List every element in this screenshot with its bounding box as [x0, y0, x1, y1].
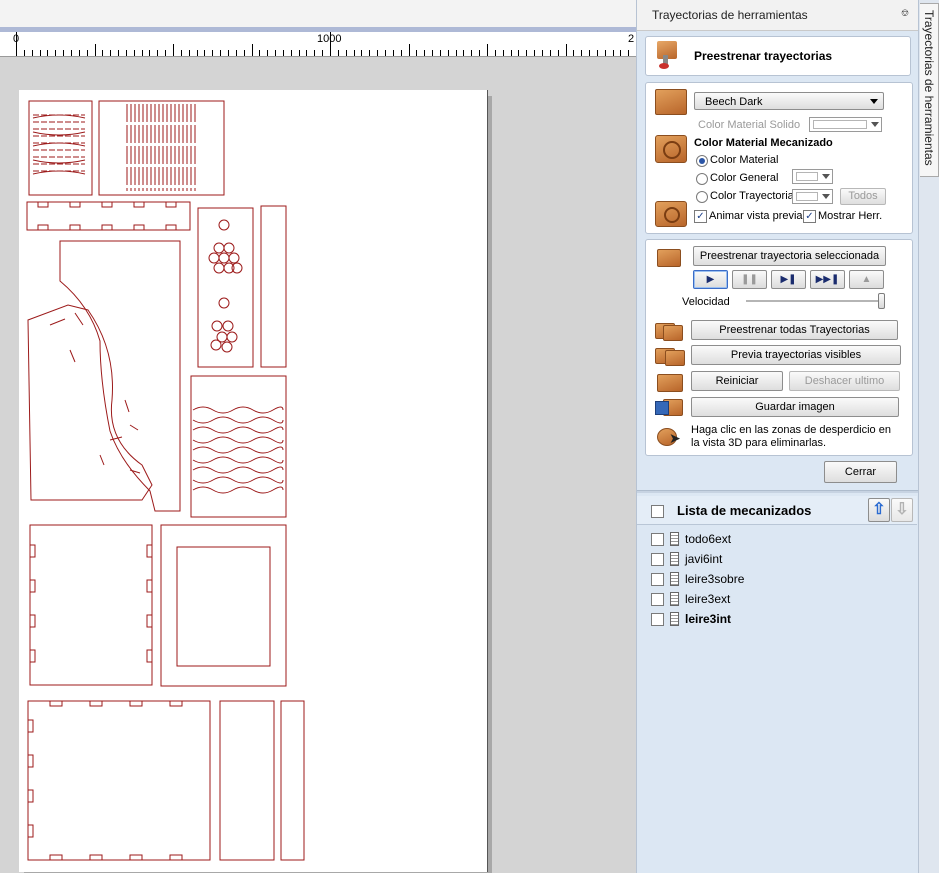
- radio-color-general[interactable]: [696, 173, 708, 185]
- waste-click-icon: ➤: [657, 426, 681, 446]
- play-button[interactable]: ▶: [693, 270, 728, 289]
- option-color-general: Color General: [710, 172, 779, 184]
- part-bottom-large[interactable]: [27, 700, 211, 861]
- panel-title: Trayectorias de herramientas: [652, 8, 808, 22]
- toolpath-file-icon: [670, 572, 679, 586]
- preview-header-label: Preestrenar trayectorias: [694, 49, 833, 63]
- list-heading: Lista de mecanizados: [677, 503, 812, 518]
- radio-color-material[interactable]: [696, 155, 708, 167]
- side-tab-strip: Trayectorias de herramientas: [918, 0, 939, 873]
- toolpath-list: todo6ext javi6int leire3sobre leire3ext …: [637, 530, 917, 650]
- speed-slider-thumb[interactable]: [878, 293, 885, 309]
- reset-button[interactable]: Reiniciar: [691, 371, 783, 391]
- part-flex-panel-mid[interactable]: [190, 375, 287, 518]
- show-tool-label: Mostrar Herr.: [818, 210, 883, 222]
- speed-slider-track[interactable]: [746, 300, 882, 303]
- part-bottom-strip-a[interactable]: [219, 700, 275, 861]
- preview-all-button[interactable]: Preestrenar todas Trayectorias: [691, 320, 898, 340]
- save-image-icon: [655, 397, 683, 417]
- animate-checkbox[interactable]: ✓: [694, 210, 707, 223]
- todos-button[interactable]: Todos: [840, 188, 886, 205]
- machined-block-icon: [655, 135, 687, 163]
- preview-visible-button[interactable]: Previa trayectorias visibles: [691, 345, 901, 365]
- list-item-name: todo6ext: [685, 532, 732, 546]
- playback-section: Preestrenar trayectoria seleccionada ▶ ❚…: [645, 239, 913, 456]
- part-curved-side[interactable]: [27, 240, 181, 512]
- reset-icon: [657, 374, 683, 392]
- close-button[interactable]: Cerrar: [824, 461, 897, 483]
- part-bottom-strip-b[interactable]: [280, 700, 305, 861]
- chevron-down-icon: [870, 99, 878, 104]
- toolpath-file-icon: [670, 592, 679, 606]
- reset-top-button[interactable]: ▲: [849, 270, 884, 289]
- option-color-toolpath: Color Trayectoria: [710, 190, 794, 202]
- toolpath-file-icon: [670, 552, 679, 566]
- preview-header-box: Preestrenar trayectorias: [645, 36, 911, 76]
- list-item-checkbox[interactable]: [651, 593, 664, 606]
- drawing-workspace[interactable]: 0 1000 2: [0, 0, 636, 873]
- list-item-name: leire3sobre: [685, 572, 745, 586]
- select-all-checkbox[interactable]: [651, 505, 664, 518]
- list-item-name: javi6int: [685, 552, 723, 566]
- solid-color-label: Color Material Solido: [698, 119, 801, 131]
- animate-preview-icon: [655, 201, 687, 227]
- fast-forward-button[interactable]: ▶▶❚: [810, 270, 845, 289]
- move-down-icon[interactable]: ⇩: [891, 498, 913, 522]
- cut-parts-layer[interactable]: [0, 0, 636, 873]
- step-forward-button[interactable]: ▶❚: [771, 270, 806, 289]
- toolpath-color-swatch[interactable]: [792, 189, 833, 204]
- list-item-name: leire3ext: [685, 592, 731, 606]
- undo-last-button[interactable]: Deshacer ultimo: [789, 371, 900, 391]
- part-box-panel-left[interactable]: [29, 524, 153, 686]
- preview-visible-icon: [655, 346, 685, 366]
- preview-selected-icon: [657, 249, 681, 267]
- list-item-checkbox[interactable]: [651, 553, 664, 566]
- tab-toolpaths-label: Trayectorias de herramientas: [922, 10, 936, 166]
- part-flex-panel-top[interactable]: [98, 100, 225, 196]
- machined-color-heading: Color Material Mecanizado: [694, 137, 833, 149]
- solid-color-swatch[interactable]: [809, 117, 882, 132]
- toolpath-panel: Trayectorias de herramientas ⎊ Preestren…: [636, 0, 919, 873]
- material-select[interactable]: Beech Dark: [694, 92, 884, 110]
- pause-button[interactable]: ❚❚: [732, 270, 767, 289]
- show-tool-checkbox[interactable]: ✓: [803, 210, 816, 223]
- material-block-icon: [655, 89, 687, 115]
- list-item-checkbox[interactable]: [651, 573, 664, 586]
- list-item-checkbox[interactable]: [651, 613, 664, 626]
- list-header: Lista de mecanizados ⇧ ⇩: [637, 496, 917, 525]
- move-up-icon[interactable]: ⇧: [868, 498, 890, 522]
- preview-selected-button[interactable]: Preestrenar trayectoria seleccionada: [693, 246, 886, 266]
- speed-label: Velocidad: [682, 296, 730, 308]
- general-color-swatch[interactable]: [792, 169, 833, 184]
- animate-label: Animar vista previa: [709, 210, 803, 222]
- toolpath-file-icon: [670, 612, 679, 626]
- pin-icon[interactable]: ⎊: [901, 8, 909, 19]
- material-section: Beech Dark Color Material Solido Color M…: [645, 82, 913, 234]
- part-strip-long[interactable]: [26, 201, 191, 231]
- panel-title-bar: Trayectorias de herramientas ⎊: [637, 0, 919, 31]
- toolpath-file-icon: [670, 532, 679, 546]
- material-select-value: Beech Dark: [705, 96, 763, 108]
- preview-all-icon: [655, 321, 683, 341]
- list-separator: [637, 490, 919, 493]
- waste-hint-text: Haga clic en las zonas de desperdicio en…: [691, 424, 891, 449]
- tab-toolpaths[interactable]: Trayectorias de herramientas: [920, 3, 939, 177]
- part-circle-panel[interactable]: [197, 205, 287, 368]
- list-item-checkbox[interactable]: [651, 533, 664, 546]
- save-image-button[interactable]: Guardar imagen: [691, 397, 899, 417]
- part-comb-small[interactable]: [28, 100, 93, 196]
- list-item-name: leire3int: [685, 612, 732, 626]
- part-frame-panel[interactable]: [160, 524, 287, 687]
- tool-bit-icon: [654, 41, 680, 69]
- option-color-material: Color Material: [710, 154, 779, 166]
- radio-color-toolpath[interactable]: [696, 191, 708, 203]
